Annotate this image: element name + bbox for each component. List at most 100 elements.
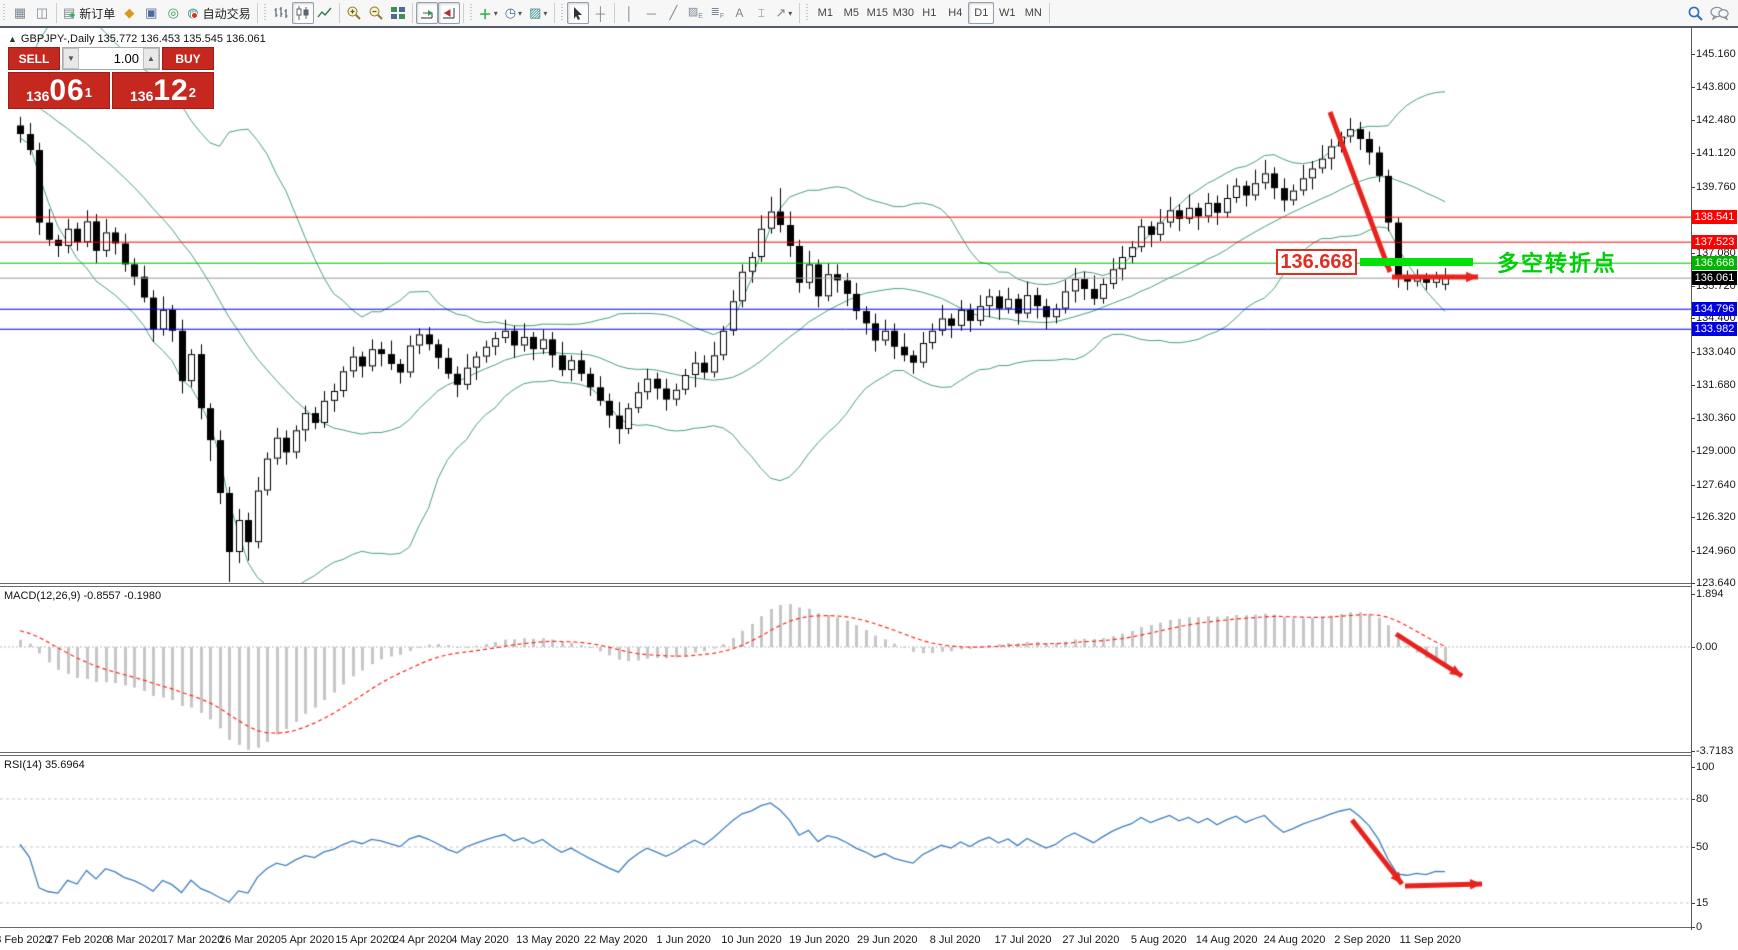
sell-price-button[interactable]: 136 06 1: [8, 72, 110, 109]
axis-tick: 126.320: [1696, 511, 1736, 524]
rsi-value: 35.6964: [44, 759, 85, 771]
zoom-in-icon[interactable]: [343, 2, 365, 24]
axis-tick: 0: [1696, 921, 1703, 933]
date-label: 19 Jun 2020: [789, 934, 850, 946]
axis-tick: 1.894: [1696, 588, 1724, 600]
collapse-arrow-icon[interactable]: ▲: [8, 34, 17, 44]
axis-tick: 0.00: [1696, 641, 1718, 653]
date-label: 24 Aug 2020: [1263, 934, 1326, 946]
search-icon[interactable]: [1684, 2, 1707, 24]
trendline-icon[interactable]: ╱: [662, 2, 684, 24]
auto-trading-button[interactable]: ◍ 自动交易: [184, 2, 253, 24]
volume-increase-button[interactable]: ▲: [143, 48, 159, 69]
macd-pane[interactable]: [0, 587, 1691, 752]
price-line-badge-137.523: 137.523: [1692, 234, 1737, 249]
indicators-icon[interactable]: ＋ ▾: [476, 2, 502, 24]
auto-scroll-icon[interactable]: [415, 2, 438, 24]
date-label: 27 Feb 2020: [46, 934, 109, 946]
timeframe-h1[interactable]: H1: [916, 2, 942, 24]
rsi-label: RSI(14) 35.6964: [4, 759, 85, 771]
axis-tick: 133.040: [1696, 345, 1736, 358]
market-watch-icon[interactable]: ◆: [118, 2, 140, 24]
buy-price-button[interactable]: 136 12 2: [112, 72, 214, 109]
timeframe-m5[interactable]: M5: [838, 2, 864, 24]
green-highlight-bar[interactable]: [1360, 258, 1473, 266]
vertical-line-icon[interactable]: │: [618, 2, 640, 24]
sell-button[interactable]: SELL: [8, 47, 60, 70]
chat-icon[interactable]: [1707, 2, 1732, 24]
date-label: 18 Feb 2020: [0, 934, 51, 946]
axis-tick: 127.640: [1696, 478, 1736, 491]
axis-tick: 129.000: [1696, 445, 1736, 458]
line-chart-icon[interactable]: [314, 2, 336, 24]
date-label: 13 May 2020: [516, 934, 580, 946]
date-label: 4 May 2020: [451, 934, 509, 946]
volume-decrease-button[interactable]: ▼: [63, 48, 79, 69]
macd-label: MACD(12,26,9) -0.8557 -0.1980: [4, 590, 162, 602]
timeframe-mn[interactable]: MN: [1020, 2, 1046, 24]
periods-icon[interactable]: ◷ ▾: [502, 2, 526, 24]
timeframe-d1[interactable]: D1: [968, 2, 995, 24]
toolbar: ▦ ◫ ▤+ 新订单 ◆ ▣ ◎ ◍ 自动交易: [0, 0, 1738, 28]
arrows-icon[interactable]: ↗ ▾: [772, 2, 796, 24]
date-label: 24 Apr 2020: [392, 934, 453, 946]
price-line-badge-136.668: 136.668: [1692, 255, 1737, 270]
price-level-callout[interactable]: 136.668: [1276, 249, 1357, 275]
chart-shift-icon[interactable]: [437, 2, 460, 24]
date-label: 5 Aug 2020: [1130, 934, 1187, 946]
axis-tick: 139.760: [1696, 180, 1736, 193]
zoom-out-icon[interactable]: [365, 2, 387, 24]
toolbar-grip[interactable]: [2, 4, 7, 22]
profiles-icon[interactable]: ◫: [31, 2, 53, 24]
timeframe-h4[interactable]: H4: [942, 2, 968, 24]
price-line-badge-134.796: 134.796: [1692, 301, 1737, 316]
crosshair-icon[interactable]: ┼: [589, 2, 611, 24]
horizontal-line-icon[interactable]: ─: [640, 2, 662, 24]
text-icon[interactable]: A: [728, 2, 750, 24]
data-window-icon[interactable]: ▣: [140, 2, 162, 24]
axis-tick: 142.480: [1696, 113, 1736, 126]
chart-window-icon[interactable]: ▦: [9, 2, 31, 24]
pivot-annotation-text[interactable]: 多空转折点: [1497, 246, 1617, 278]
rsi-pane[interactable]: [0, 756, 1691, 927]
axis-tick: 15: [1696, 897, 1709, 909]
price-line-badge-136.061: 136.061: [1692, 270, 1737, 285]
new-order-button[interactable]: ▤ + 新订单: [60, 2, 118, 24]
one-click-trading-panel: SELL ▼ ▲ BUY 136061 136122: [8, 47, 214, 109]
timeframe-m1[interactable]: M1: [812, 2, 838, 24]
volume-input[interactable]: [79, 48, 143, 69]
date-label: 26 Mar 2020: [219, 934, 281, 946]
symbol-ohlc-readout: ▲ GBPJPY-,Daily 135.772 136.453 135.545 1…: [8, 33, 266, 45]
bar-chart-icon[interactable]: [270, 2, 292, 24]
axis-tick: 131.680: [1696, 379, 1736, 392]
tile-windows-icon[interactable]: [387, 2, 409, 24]
price-axis: 145.160143.800142.480141.120139.760138.4…: [1691, 28, 1738, 933]
timeframe-w1[interactable]: W1: [994, 2, 1020, 24]
axis-tick: 124.960: [1696, 544, 1736, 557]
date-label: 14 Aug 2020: [1195, 934, 1258, 946]
date-label: 10 Jun 2020: [721, 934, 782, 946]
candlestick-chart-icon[interactable]: [291, 2, 314, 24]
fibonacci-icon[interactable]: ≣F: [706, 2, 728, 24]
auto-trading-icon: ◍: [187, 5, 198, 21]
date-label: 29 Jun 2020: [856, 934, 918, 946]
axis-tick: 130.360: [1696, 411, 1736, 424]
text-label-icon[interactable]: ⌶: [750, 2, 772, 24]
main-chart-pane[interactable]: [0, 28, 1691, 583]
date-label: 15 Apr 2020: [335, 934, 395, 946]
date-label: 2 Sep 2020: [1334, 934, 1391, 946]
channel-icon[interactable]: ▨E: [684, 2, 706, 24]
mt4-window: ▦ ◫ ▤+ 新订单 ◆ ▣ ◎ ◍ 自动交易: [0, 0, 1738, 950]
axis-tick: 145.160: [1696, 47, 1736, 60]
buy-button[interactable]: BUY: [162, 47, 214, 70]
navigator-icon[interactable]: ◎: [162, 2, 184, 24]
volume-stepper: ▼ ▲: [62, 47, 160, 70]
timeframe-m15[interactable]: M15: [864, 2, 890, 24]
timeframe-m30[interactable]: M30: [890, 2, 916, 24]
date-label: 1 Jun 2020: [656, 934, 711, 946]
cursor-icon[interactable]: [567, 2, 590, 24]
date-label: 5 Apr 2020: [280, 934, 335, 946]
templates-icon[interactable]: ▨ ▾: [526, 2, 551, 24]
new-order-icon: ▤ +: [63, 5, 76, 22]
date-label: 22 May 2020: [583, 934, 648, 946]
